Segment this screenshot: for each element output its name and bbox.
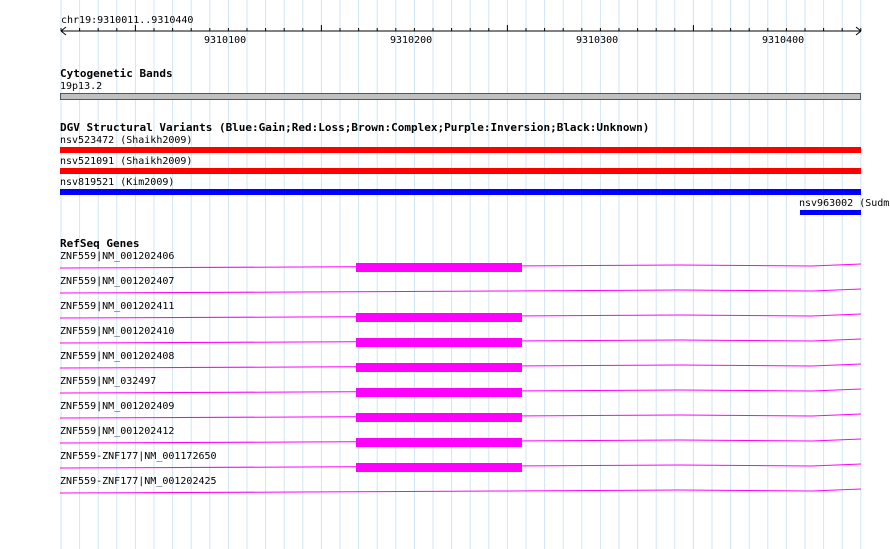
gene-exon-block[interactable] (356, 463, 522, 472)
gene-models[interactable] (0, 0, 890, 549)
gene-exon-block[interactable] (356, 263, 522, 272)
genome-browser-view: chr19:9310011..9310440 9310100 9310200 9… (0, 0, 890, 549)
gene-exon-block[interactable] (356, 438, 522, 447)
gene-exon-block[interactable] (356, 363, 522, 372)
gene-exon-block[interactable] (356, 338, 522, 347)
gene-exon-block[interactable] (356, 413, 522, 422)
gene-intron-line[interactable] (59, 288, 862, 294)
gene-exon-block[interactable] (356, 313, 522, 322)
gene-exon-block[interactable] (356, 388, 522, 397)
gene-intron-line[interactable] (59, 488, 862, 494)
